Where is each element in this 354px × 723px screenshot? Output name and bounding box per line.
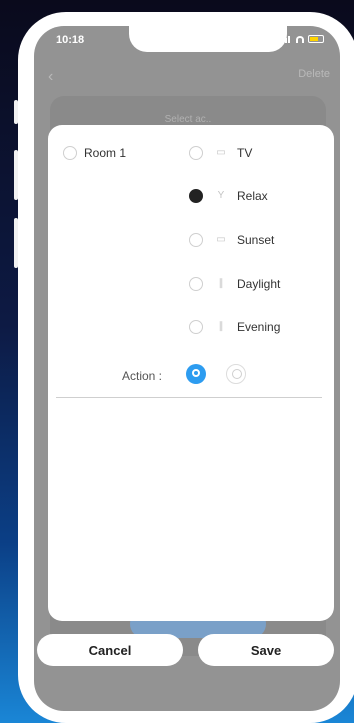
scene-label-sunset: Sunset xyxy=(237,233,275,247)
bulb-off-icon[interactable] xyxy=(226,364,246,384)
cancel-button[interactable]: Cancel xyxy=(37,634,183,666)
status-time: 10:18 xyxy=(56,34,85,46)
notch xyxy=(129,26,287,52)
sunset-icon: ▭ xyxy=(216,234,226,245)
room-radio[interactable] xyxy=(63,146,77,160)
room-label: Room 1 xyxy=(84,146,127,160)
bulb-on-icon[interactable] xyxy=(186,364,206,384)
signal-icon xyxy=(282,35,292,43)
scene-radio-daylight[interactable] xyxy=(189,277,203,291)
background-card-title: Select ac.. xyxy=(164,114,212,125)
scene-picker-dialog: Room 1 ▭ TV Y Relax ▭ Sunset ∥ Daylight … xyxy=(48,125,334,621)
scene-label-daylight: Daylight xyxy=(237,277,281,291)
save-button[interactable]: Save xyxy=(198,634,334,666)
wifi-icon xyxy=(296,35,304,43)
delete-button[interactable]: Delete xyxy=(298,68,330,80)
scene-label-tv: TV xyxy=(237,146,253,160)
evening-icon: ∥ xyxy=(218,321,224,332)
daylight-icon: ∥ xyxy=(218,278,224,289)
tv-icon: ▭ xyxy=(216,147,226,158)
chevron-left-icon[interactable]: ‹ xyxy=(48,68,53,86)
scene-radio-sunset[interactable] xyxy=(189,233,203,247)
action-label: Action : xyxy=(122,369,163,383)
scene-radio-tv[interactable] xyxy=(189,146,203,160)
battery-icon xyxy=(308,35,324,43)
cocktail-icon: Y xyxy=(217,190,225,201)
scene-label-relax: Relax xyxy=(237,189,268,203)
divider xyxy=(56,397,322,398)
scene-label-evening: Evening xyxy=(237,320,281,334)
scene-radio-relax[interactable] xyxy=(189,189,203,203)
scene-radio-evening[interactable] xyxy=(189,320,203,334)
status-icons xyxy=(282,35,324,43)
